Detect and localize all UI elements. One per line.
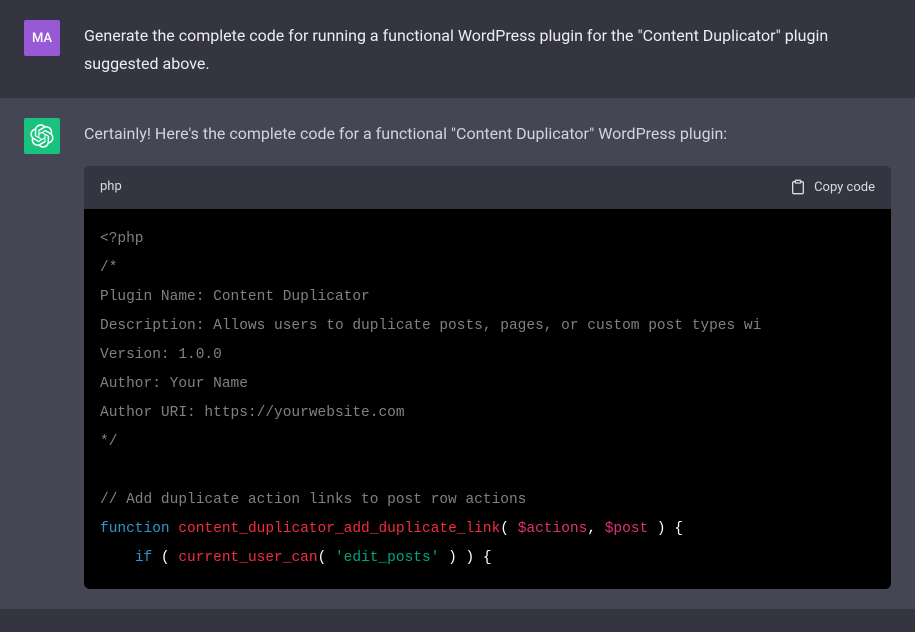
code-line-5: Version: 1.0.0 (100, 347, 222, 363)
code-punct: ( (152, 550, 178, 566)
assistant-avatar (24, 118, 60, 154)
assistant-message-content: Certainly! Here's the complete code for … (84, 118, 891, 589)
code-line-10: // Add duplicate action links to post ro… (100, 492, 526, 508)
clipboard-icon (790, 179, 806, 195)
code-line-4: Description: Allows users to duplicate p… (100, 318, 761, 334)
code-content[interactable]: <?php /* Plugin Name: Content Duplicator… (84, 209, 891, 589)
code-string: 'edit_posts' (335, 550, 439, 566)
code-keyword-function: function (100, 521, 170, 537)
code-line-7: Author URI: https://yourwebsite.com (100, 405, 405, 421)
code-punct: ) ) { (439, 550, 491, 566)
code-line-2: /* (100, 260, 117, 276)
assistant-message-text: Certainly! Here's the complete code for … (84, 120, 891, 148)
code-block: php Copy code <?php /* Plugin Name: Cont… (84, 166, 891, 589)
code-line-8: */ (100, 434, 117, 450)
code-punct: ( (318, 550, 335, 566)
user-message-row: MA Generate the complete code for runnin… (0, 0, 915, 98)
user-message-content: Generate the complete code for running a… (84, 20, 891, 78)
code-function-call: current_user_can (178, 550, 317, 566)
code-line-6: Author: Your Name (100, 376, 248, 392)
code-keyword-if: if (135, 550, 152, 566)
code-block-header: php Copy code (84, 166, 891, 209)
assistant-message-row: Certainly! Here's the complete code for … (0, 98, 915, 609)
code-punct: ) { (648, 521, 683, 537)
code-language-label: php (100, 176, 122, 199)
code-line-3: Plugin Name: Content Duplicator (100, 289, 370, 305)
openai-logo-icon (30, 124, 54, 148)
user-avatar: MA (24, 20, 60, 56)
code-variable: $post (605, 521, 649, 537)
copy-code-label: Copy code (814, 180, 875, 195)
user-avatar-initials: MA (32, 31, 52, 46)
copy-code-button[interactable]: Copy code (790, 179, 875, 195)
code-line-1: <?php (100, 231, 144, 247)
code-variable: $actions (518, 521, 588, 537)
code-punct: , (587, 521, 604, 537)
code-function-name: content_duplicator_add_duplicate_link (178, 521, 500, 537)
code-punct: ( (500, 521, 517, 537)
